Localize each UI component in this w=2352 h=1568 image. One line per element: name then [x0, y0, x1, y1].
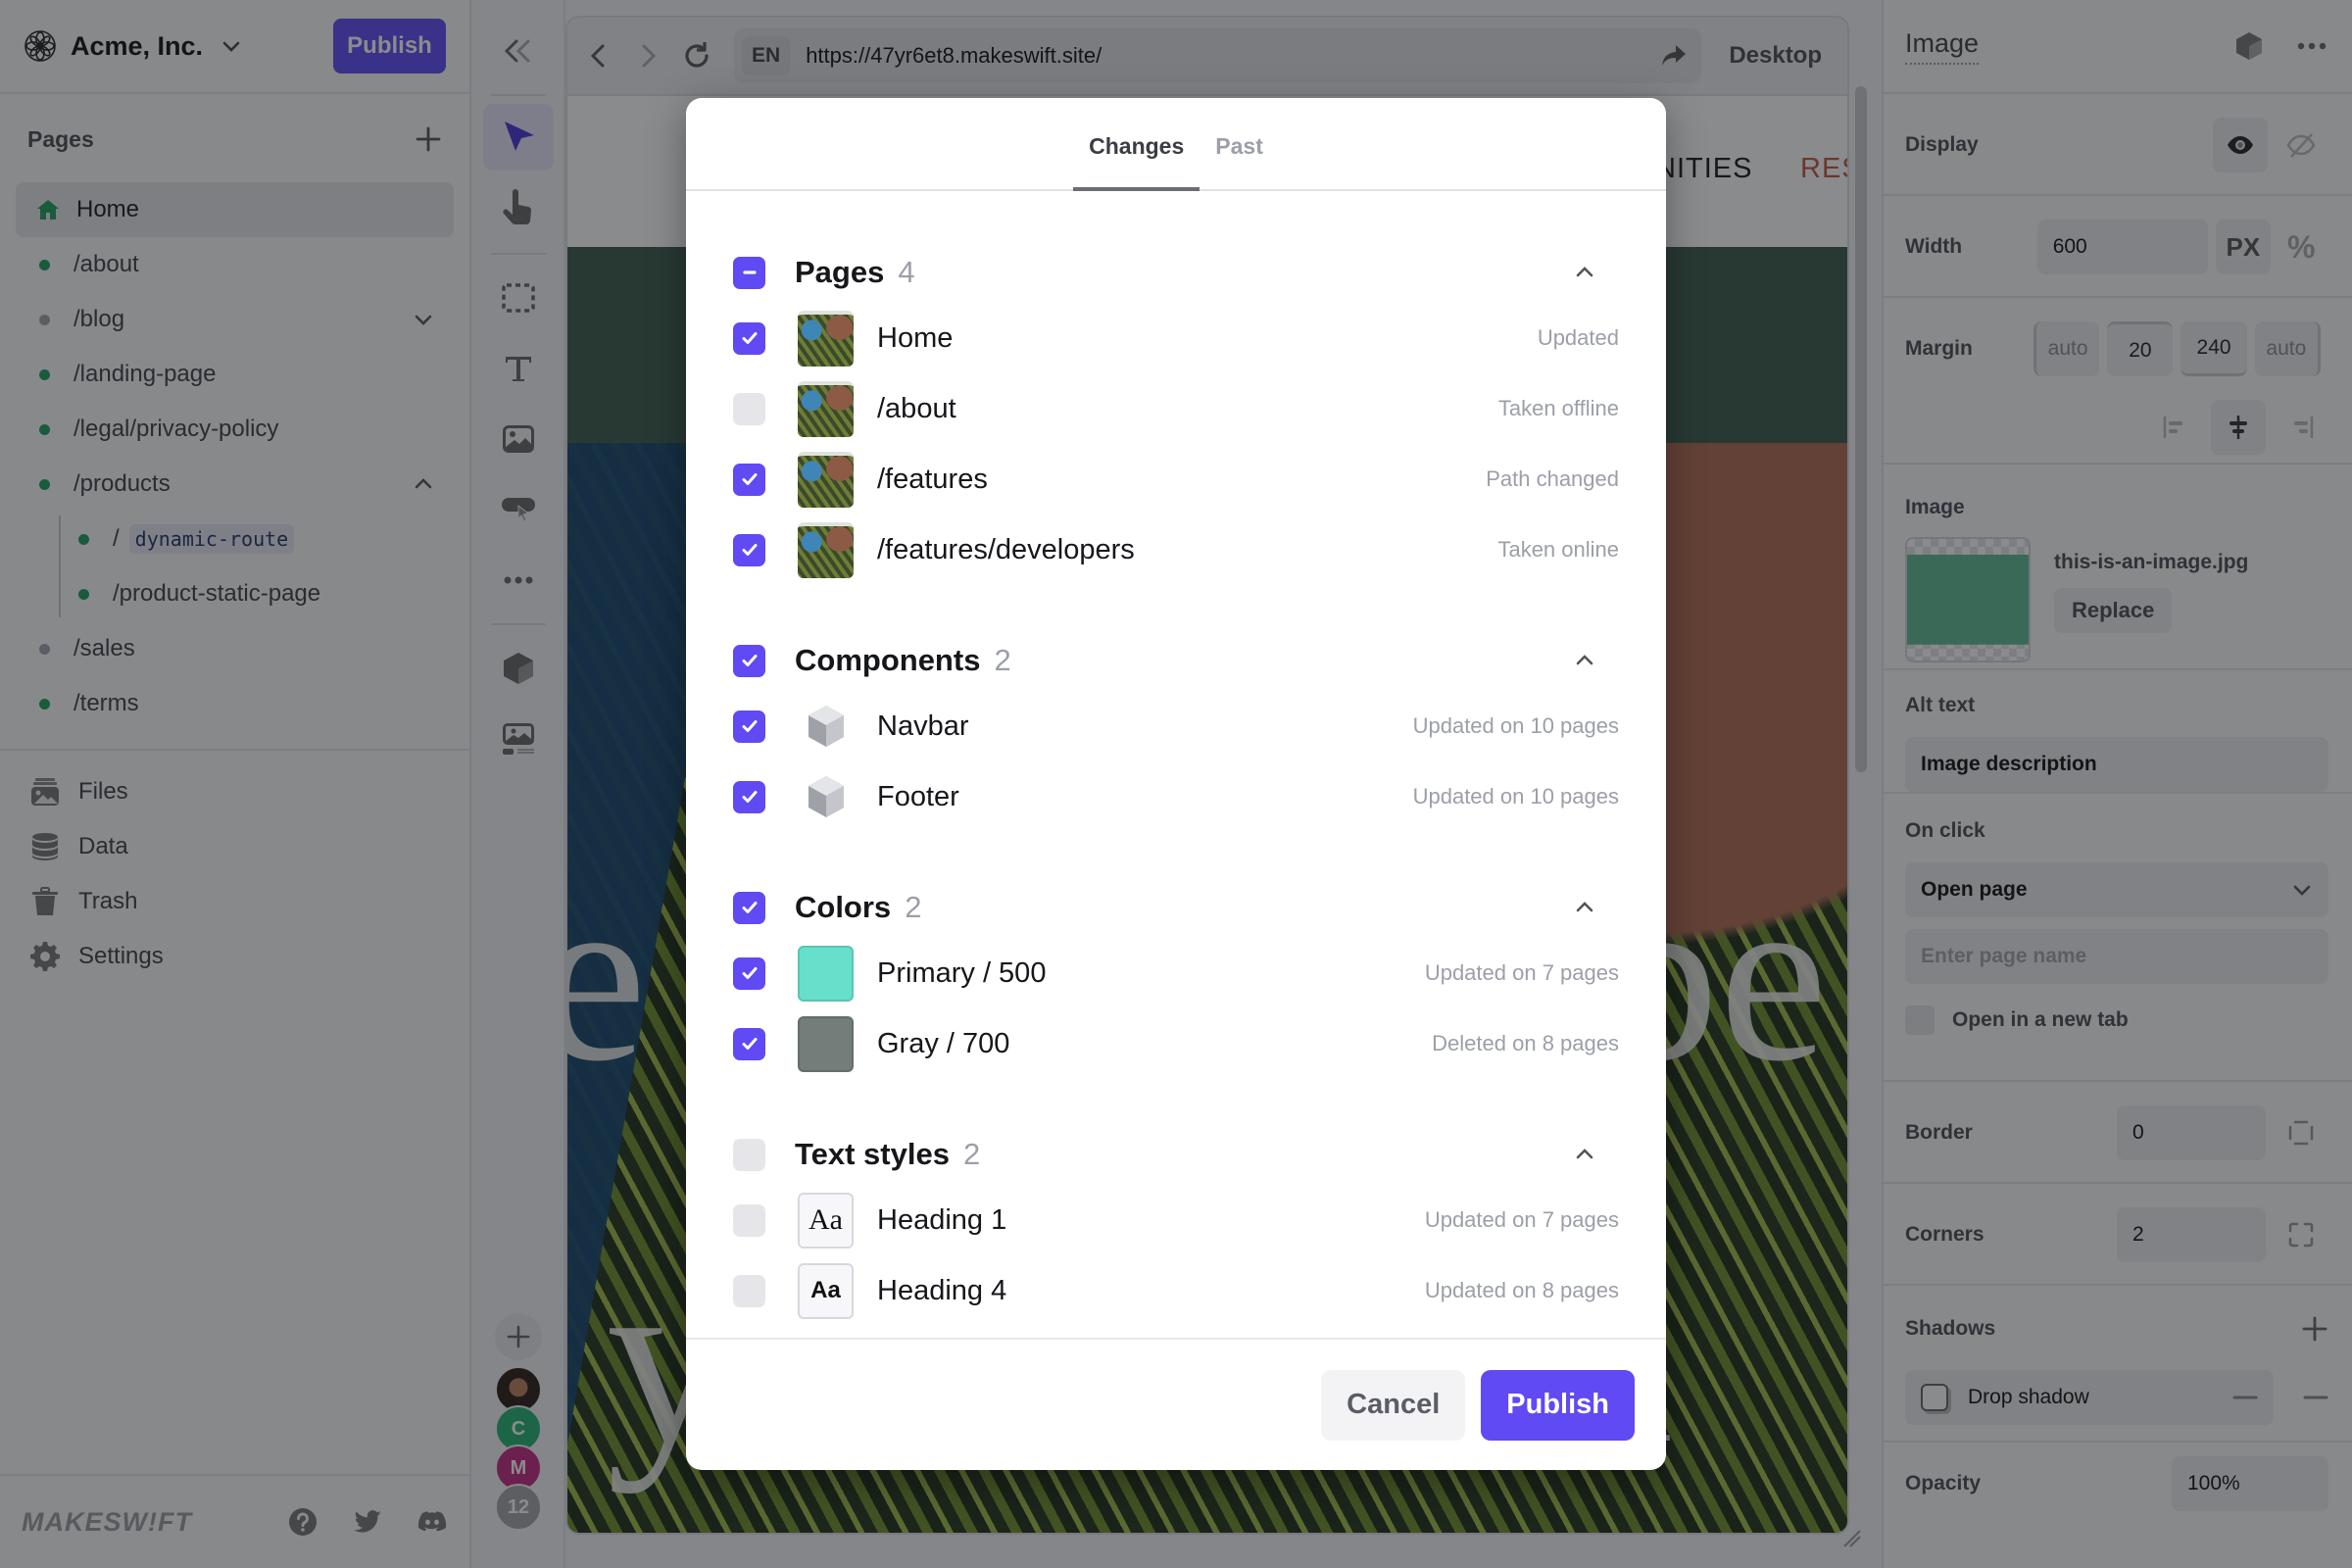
change-status: Taken offline: [1497, 396, 1619, 420]
change-row: /about Taken offline: [733, 373, 1619, 444]
text-style-preview: Aa: [798, 1262, 854, 1319]
section-count: 2: [994, 643, 1011, 677]
row-checkbox[interactable]: [733, 1027, 765, 1060]
row-checkbox[interactable]: [733, 463, 765, 496]
check-icon: [742, 544, 757, 556]
row-checkbox[interactable]: [733, 956, 765, 990]
component-thumbnail: [798, 699, 854, 755]
text-style-preview: Aa: [798, 1192, 854, 1249]
section-checkbox[interactable]: [733, 1138, 765, 1171]
change-name: Footer: [877, 780, 959, 812]
row-checkbox[interactable]: [733, 321, 765, 355]
dialog-footer: Cancel Publish: [686, 1338, 1666, 1470]
change-row: Footer Updated on 10 pages: [733, 761, 1619, 832]
section-title: Text styles: [795, 1137, 950, 1171]
page-thumbnail: [798, 380, 854, 437]
section-checkbox[interactable]: [733, 891, 765, 924]
tab-changes[interactable]: Changes: [1073, 133, 1200, 191]
section-count: 4: [898, 255, 915, 289]
cancel-button[interactable]: Cancel: [1321, 1369, 1466, 1441]
check-icon: [742, 332, 757, 344]
change-name: Heading 1: [877, 1203, 1007, 1236]
check-icon: [742, 473, 757, 485]
chevron-up-icon[interactable]: [1572, 895, 1597, 920]
section-title: Components: [795, 643, 981, 677]
change-status: Taken online: [1497, 537, 1619, 562]
change-name: Gray / 700: [877, 1027, 1010, 1059]
change-row: Navbar Updated on 10 pages: [733, 691, 1619, 761]
change-status: Updated on 10 pages: [1412, 713, 1619, 738]
change-status: Deleted on 8 pages: [1432, 1031, 1619, 1055]
change-status: Updated on 8 pages: [1424, 1278, 1619, 1302]
section-header-pages: Pages 4: [733, 242, 1619, 303]
check-icon: [742, 655, 757, 666]
change-name: Home: [877, 321, 954, 354]
change-row: Gray / 700 Deleted on 8 pages: [733, 1008, 1619, 1079]
change-name: /about: [877, 392, 956, 424]
row-checkbox[interactable]: [733, 1203, 765, 1237]
change-status: Updated on 10 pages: [1412, 784, 1619, 808]
chevron-up-icon[interactable]: [1572, 648, 1597, 673]
page-thumbnail: [798, 451, 854, 508]
section-header-colors: Colors 2: [733, 877, 1619, 938]
page-thumbnail: [798, 310, 854, 367]
component-cube-icon: [808, 706, 844, 747]
color-swatch: [798, 945, 854, 1002]
check-icon: [742, 967, 757, 979]
chevron-up-icon[interactable]: [1572, 1142, 1597, 1167]
row-checkbox[interactable]: [733, 392, 765, 425]
change-row: Aa Heading 1 Updated on 7 pages: [733, 1185, 1619, 1255]
color-swatch: [798, 1015, 854, 1072]
section-count: 2: [905, 890, 922, 924]
minus-icon: [742, 270, 757, 274]
change-name: Primary / 500: [877, 956, 1047, 989]
section-title: Pages: [795, 255, 885, 289]
section-checkbox[interactable]: [733, 644, 765, 677]
row-checkbox[interactable]: [733, 1274, 765, 1307]
component-cube-icon: [808, 776, 844, 817]
change-row: Home Updated: [733, 303, 1619, 373]
section-header-components: Components 2: [733, 630, 1619, 691]
page-thumbnail: [798, 521, 854, 578]
component-thumbnail: [798, 769, 854, 825]
change-row: Primary / 500 Updated on 7 pages: [733, 938, 1619, 1008]
row-checkbox[interactable]: [733, 710, 765, 743]
section-checkbox[interactable]: [733, 256, 765, 289]
tab-past[interactable]: Past: [1200, 133, 1279, 189]
section-count: 2: [962, 1137, 981, 1171]
change-status: Updated on 7 pages: [1424, 1207, 1619, 1232]
change-row: /features/developers Taken online: [733, 514, 1619, 585]
section-header-text-styles: Text styles 2: [733, 1124, 1619, 1185]
change-name: Navbar: [877, 710, 969, 742]
publish-dialog: Changes Past Pages 4 Home Updated /about…: [686, 98, 1666, 1470]
change-name: /features/developers: [877, 533, 1135, 565]
change-status: Path changed: [1486, 466, 1619, 491]
change-name: /features: [877, 463, 988, 495]
change-row: /features Path changed: [733, 444, 1619, 514]
section-title: Colors: [795, 890, 892, 924]
check-icon: [742, 720, 757, 732]
change-row: Aa Heading 4 Updated on 8 pages: [733, 1255, 1619, 1326]
check-icon: [742, 902, 757, 913]
change-status: Updated on 7 pages: [1424, 960, 1619, 985]
dialog-tabs: Changes Past: [686, 98, 1666, 191]
confirm-publish-button[interactable]: Publish: [1481, 1369, 1635, 1441]
check-icon: [742, 791, 757, 803]
check-icon: [742, 1038, 757, 1050]
change-name: Heading 4: [877, 1274, 1007, 1306]
change-status: Updated: [1537, 325, 1619, 350]
row-checkbox[interactable]: [733, 533, 765, 566]
changes-list: Pages 4 Home Updated /about Taken offlin…: [686, 242, 1666, 1326]
row-checkbox[interactable]: [733, 780, 765, 813]
chevron-up-icon[interactable]: [1572, 260, 1597, 285]
